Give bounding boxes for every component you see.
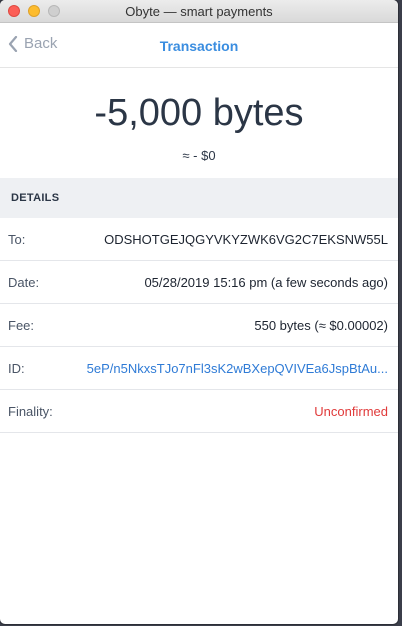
navigation-bar: Back Transaction: [0, 23, 398, 68]
id-label: ID:: [8, 360, 25, 376]
unit-id-link[interactable]: 5eP/n5NkxsTJo7nFl3sK2wBXepQVIVEa6JspBtAu…: [87, 361, 388, 376]
detail-row-to[interactable]: To: ODSHOTGEJQGYVKYZWK6VG2C7EKSNW55L: [0, 218, 398, 261]
window-title: Obyte — smart payments: [125, 4, 273, 19]
detail-row-id[interactable]: ID: 5eP/n5NkxsTJo7nFl3sK2wBXepQVIVEa6Jsp…: [0, 347, 398, 390]
date-label: Date:: [8, 274, 40, 290]
page-title: Transaction: [159, 38, 239, 54]
fiat-equivalent: ≈ - $0: [182, 148, 216, 163]
detail-row-fee: Fee: 550 bytes (≈ $0.00002): [0, 304, 398, 347]
to-address-value[interactable]: ODSHOTGEJQGYVKYZWK6VG2C7EKSNW55L: [104, 232, 388, 247]
finality-status-badge: Unconfirmed: [314, 403, 388, 419]
date-value: 05/28/2019 15:16 pm (a few seconds ago): [144, 274, 388, 290]
to-label: To:: [8, 231, 26, 247]
fee-value: 550 bytes (≈ $0.00002): [254, 317, 388, 333]
amount-summary: -5,000 bytes ≈ - $0: [0, 68, 398, 178]
transaction-amount: -5,000 bytes: [94, 92, 304, 134]
finality-label: Finality:: [8, 403, 53, 419]
detail-row-finality: Finality: Unconfirmed: [0, 390, 398, 433]
details-section-heading: DETAILS: [0, 178, 398, 218]
app-window: Obyte — smart payments Back Transaction …: [0, 0, 398, 624]
detail-row-date: Date: 05/28/2019 15:16 pm (a few seconds…: [0, 261, 398, 304]
window-titlebar: Obyte — smart payments: [0, 0, 398, 23]
fee-label: Fee:: [8, 317, 35, 333]
